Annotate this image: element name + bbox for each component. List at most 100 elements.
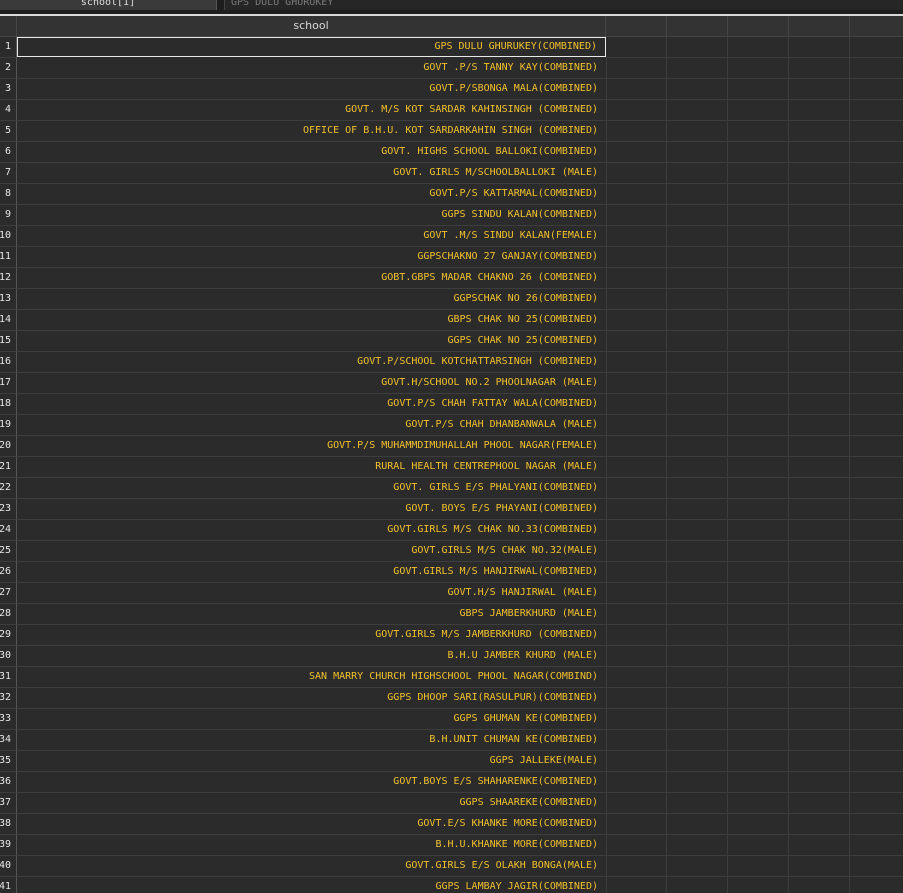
empty-cell[interactable] [728, 205, 789, 226]
school-cell[interactable]: GOVT.P/SBONGA MALA(COMBINED) [17, 79, 607, 100]
empty-cell[interactable] [667, 835, 728, 856]
empty-cell[interactable] [728, 373, 789, 394]
empty-cell[interactable] [667, 520, 728, 541]
empty-cell[interactable] [728, 646, 789, 667]
empty-cell[interactable] [789, 751, 850, 772]
empty-cell[interactable] [850, 478, 903, 499]
empty-cell[interactable] [789, 688, 850, 709]
school-cell[interactable]: GOVT.H/SCHOOL NO.2 PHOOLNAGAR (MALE) [17, 373, 607, 394]
empty-cell[interactable] [728, 100, 789, 121]
school-cell[interactable]: GOVT.E/S KHANKE MORE(COMBINED) [17, 814, 607, 835]
empty-cell[interactable] [728, 541, 789, 562]
empty-cell[interactable] [789, 835, 850, 856]
empty-cell[interactable] [606, 625, 667, 646]
empty-cell[interactable] [850, 415, 903, 436]
empty-cell[interactable] [850, 499, 903, 520]
row-number[interactable]: 37 [0, 793, 17, 814]
empty-cell[interactable] [606, 520, 667, 541]
school-cell[interactable]: GBPS JAMBERKHURD (MALE) [17, 604, 607, 625]
school-cell[interactable]: GOVT.GIRLS M/S CHAK NO.32(MALE) [17, 541, 607, 562]
empty-cell[interactable] [850, 310, 903, 331]
empty-cell[interactable] [728, 478, 789, 499]
empty-cell[interactable] [606, 37, 667, 58]
empty-cell[interactable] [789, 541, 850, 562]
empty-cell[interactable] [606, 226, 667, 247]
empty-cell[interactable] [789, 793, 850, 814]
empty-cell[interactable] [606, 604, 667, 625]
empty-cell[interactable] [606, 79, 667, 100]
school-cell[interactable]: GOVT.P/S CHAH FATTAY WALA(COMBINED) [17, 394, 607, 415]
row-number[interactable]: 9 [0, 205, 17, 226]
empty-cell[interactable] [728, 625, 789, 646]
empty-cell[interactable] [667, 100, 728, 121]
empty-cell[interactable] [606, 163, 667, 184]
empty-cell[interactable] [789, 520, 850, 541]
empty-cell[interactable] [606, 793, 667, 814]
column-header-school[interactable]: school [17, 16, 606, 37]
column-header-empty[interactable] [667, 16, 728, 37]
name-box[interactable]: school[1] [0, 0, 217, 10]
school-cell-selected[interactable]: GPS DULU GHURUKEY(COMBINED) [17, 37, 606, 57]
row-number[interactable]: 21 [0, 457, 17, 478]
school-cell[interactable]: GGPS SHAAREKE(COMBINED) [17, 793, 607, 814]
empty-cell[interactable] [850, 373, 903, 394]
empty-cell[interactable] [850, 436, 903, 457]
empty-cell[interactable] [667, 856, 728, 877]
empty-cell[interactable] [789, 877, 850, 893]
row-number[interactable]: 16 [0, 352, 17, 373]
empty-cell[interactable] [789, 814, 850, 835]
school-cell[interactable]: OFFICE OF B.H.U. KOT SARDARKAHIN SINGH (… [17, 121, 607, 142]
school-cell[interactable]: GOVT.P/S KATTARMAL(COMBINED) [17, 184, 607, 205]
empty-cell[interactable] [606, 121, 667, 142]
empty-cell[interactable] [606, 268, 667, 289]
empty-cell[interactable] [667, 184, 728, 205]
empty-cell[interactable] [606, 373, 667, 394]
empty-cell[interactable] [789, 604, 850, 625]
empty-cell[interactable] [850, 856, 903, 877]
empty-cell[interactable] [789, 730, 850, 751]
empty-cell[interactable] [728, 163, 789, 184]
empty-cell[interactable] [606, 877, 667, 893]
empty-cell[interactable] [789, 646, 850, 667]
empty-cell[interactable] [850, 793, 903, 814]
empty-cell[interactable] [606, 499, 667, 520]
empty-cell[interactable] [667, 751, 728, 772]
empty-cell[interactable] [728, 289, 789, 310]
empty-cell[interactable] [728, 247, 789, 268]
empty-cell[interactable] [789, 856, 850, 877]
row-number[interactable]: 17 [0, 373, 17, 394]
school-cell[interactable]: GOVT. GIRLS E/S PHALYANI(COMBINED) [17, 478, 607, 499]
empty-cell[interactable] [667, 541, 728, 562]
empty-cell[interactable] [789, 142, 850, 163]
empty-cell[interactable] [728, 142, 789, 163]
empty-cell[interactable] [667, 226, 728, 247]
formula-input[interactable]: GPS DULU GHURUKEY [224, 0, 903, 10]
empty-cell[interactable] [850, 205, 903, 226]
empty-cell[interactable] [728, 436, 789, 457]
empty-cell[interactable] [789, 499, 850, 520]
empty-cell[interactable] [667, 352, 728, 373]
empty-cell[interactable] [850, 604, 903, 625]
row-number[interactable]: 20 [0, 436, 17, 457]
empty-cell[interactable] [789, 772, 850, 793]
empty-cell[interactable] [667, 793, 728, 814]
row-number[interactable]: 27 [0, 583, 17, 604]
empty-cell[interactable] [728, 730, 789, 751]
empty-cell[interactable] [850, 730, 903, 751]
empty-cell[interactable] [850, 163, 903, 184]
empty-cell[interactable] [728, 79, 789, 100]
empty-cell[interactable] [789, 457, 850, 478]
empty-cell[interactable] [728, 604, 789, 625]
empty-cell[interactable] [728, 226, 789, 247]
school-cell[interactable]: GGPS DHOOP SARI(RASULPUR)(COMBINED) [17, 688, 607, 709]
row-number[interactable]: 41 [0, 877, 17, 893]
school-cell[interactable]: GOVT.H/S HANJIRWAL (MALE) [17, 583, 607, 604]
empty-cell[interactable] [728, 268, 789, 289]
school-cell[interactable]: B.H.U.KHANKE MORE(COMBINED) [17, 835, 607, 856]
empty-cell[interactable] [850, 226, 903, 247]
empty-cell[interactable] [728, 709, 789, 730]
empty-cell[interactable] [667, 142, 728, 163]
empty-cell[interactable] [850, 877, 903, 893]
school-cell[interactable]: GGPS JALLEKE(MALE) [17, 751, 607, 772]
column-header-empty[interactable] [850, 16, 903, 37]
